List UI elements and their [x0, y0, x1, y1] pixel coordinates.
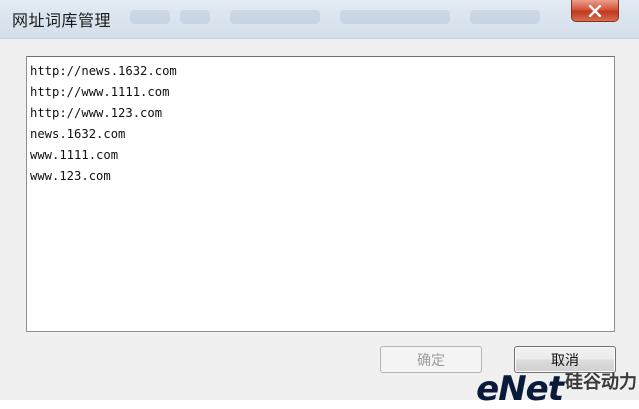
- background-blur: [470, 10, 540, 24]
- background-blur: [130, 10, 170, 24]
- url-line: www.1111.com: [30, 148, 119, 162]
- url-line: http://www.123.com: [30, 106, 163, 120]
- background-blur: [230, 10, 320, 24]
- close-button[interactable]: [571, 0, 619, 22]
- url-line: http://www.1111.com: [30, 85, 170, 99]
- window-title: 网址词库管理: [12, 11, 112, 30]
- watermark-brand: eNet: [476, 369, 564, 409]
- url-list-textarea[interactable]: http://news.1632.com http://www.1111.com…: [26, 56, 615, 332]
- url-line: www.123.com: [30, 169, 111, 183]
- close-icon: [588, 4, 602, 17]
- url-line: http://news.1632.com: [30, 64, 177, 78]
- enet-watermark-logo: eNet 硅谷动力: [476, 372, 637, 406]
- watermark-cn: 硅谷动力: [565, 372, 637, 393]
- url-line: news.1632.com: [30, 127, 126, 141]
- title-bar[interactable]: 网址词库管理: [0, 0, 639, 39]
- ok-button[interactable]: 确定: [380, 346, 482, 373]
- url-dictionary-dialog: 网址词库管理 http://news.1632.com http://www.1…: [0, 0, 639, 406]
- background-blur: [180, 10, 210, 24]
- background-blur: [340, 10, 450, 24]
